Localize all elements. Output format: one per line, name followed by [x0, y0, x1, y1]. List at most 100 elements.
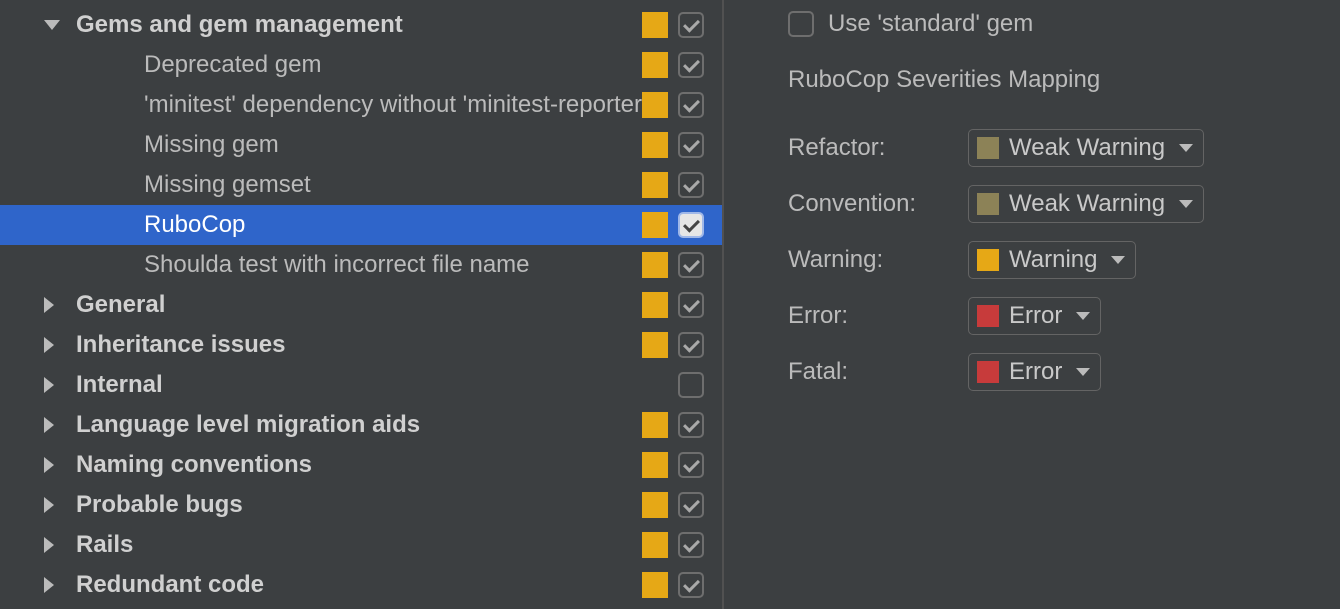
severity-swatch: [642, 52, 668, 78]
tree-item-rails[interactable]: Rails: [0, 525, 722, 565]
tree-item-internal[interactable]: Internal: [0, 365, 722, 405]
severities-mapping-title: RuboCop Severities Mapping: [788, 66, 1340, 94]
tree-item-shoulda[interactable]: Shoulda test with incorrect file name: [0, 245, 722, 285]
convention-dropdown[interactable]: Weak Warning: [968, 185, 1204, 223]
severity-swatch: [642, 412, 668, 438]
severity-swatch: [642, 332, 668, 358]
refactor-dropdown[interactable]: Weak Warning: [968, 129, 1204, 167]
mapping-row-warning: Warning: Warning: [788, 232, 1340, 288]
inspection-tree: Gems and gem management Deprecated gem '…: [0, 0, 722, 609]
inspection-checkbox[interactable]: [678, 372, 704, 398]
mapping-label: Warning:: [788, 246, 968, 274]
tree-label: Rails: [40, 531, 642, 559]
tree-item-missing-gem[interactable]: Missing gem: [0, 125, 722, 165]
chevron-right-icon: [44, 497, 54, 513]
chevron-right-icon: [44, 337, 54, 353]
severity-swatch: [642, 452, 668, 478]
inspection-details-panel: Use 'standard' gem RuboCop Severities Ma…: [724, 0, 1340, 609]
mapping-row-error: Error: Error: [788, 288, 1340, 344]
tree-label: Missing gemset: [108, 171, 642, 199]
inspection-checkbox[interactable]: [678, 532, 704, 558]
inspection-checkbox[interactable]: [678, 52, 704, 78]
inspection-checkbox[interactable]: [678, 12, 704, 38]
inspection-checkbox[interactable]: [678, 252, 704, 278]
severity-color-swatch: [977, 137, 999, 159]
tree-item-naming[interactable]: Naming conventions: [0, 445, 722, 485]
tree-label: Deprecated gem: [108, 51, 642, 79]
mapping-label: Refactor:: [788, 134, 968, 162]
inspection-checkbox[interactable]: [678, 492, 704, 518]
tree-label: RuboCop: [108, 211, 642, 239]
tree-label: Redundant code: [40, 571, 642, 599]
chevron-right-icon: [44, 297, 54, 313]
tree-label: Missing gem: [108, 131, 642, 159]
severity-swatch: [642, 252, 668, 278]
mapping-row-refactor: Refactor: Weak Warning: [788, 120, 1340, 176]
chevron-right-icon: [44, 577, 54, 593]
dropdown-value: Weak Warning: [1009, 134, 1165, 162]
chevron-right-icon: [44, 537, 54, 553]
severity-swatch: [642, 492, 668, 518]
tree-label: Probable bugs: [40, 491, 642, 519]
inspection-checkbox[interactable]: [678, 412, 704, 438]
chevron-right-icon: [44, 457, 54, 473]
inspection-checkbox[interactable]: [678, 172, 704, 198]
inspection-checkbox[interactable]: [678, 452, 704, 478]
severity-color-swatch: [977, 361, 999, 383]
chevron-right-icon: [44, 377, 54, 393]
severity-color-swatch: [977, 305, 999, 327]
chevron-down-icon: [1076, 312, 1090, 320]
chevron-down-icon: [1179, 144, 1193, 152]
inspection-checkbox[interactable]: [678, 292, 704, 318]
tree-label: Naming conventions: [40, 451, 642, 479]
mapping-label: Convention:: [788, 190, 968, 218]
tree-label: General: [40, 291, 642, 319]
inspection-checkbox[interactable]: [678, 332, 704, 358]
tree-label: Internal: [40, 371, 642, 399]
chevron-right-icon: [44, 417, 54, 433]
severity-swatch: [642, 292, 668, 318]
fatal-dropdown[interactable]: Error: [968, 353, 1101, 391]
tree-label: Shoulda test with incorrect file name: [108, 251, 642, 279]
warning-dropdown[interactable]: Warning: [968, 241, 1136, 279]
severity-swatch: [642, 172, 668, 198]
tree-item-minitest-dependency[interactable]: 'minitest' dependency without 'minitest-…: [0, 85, 722, 125]
inspection-checkbox[interactable]: [678, 92, 704, 118]
chevron-down-icon: [1076, 368, 1090, 376]
use-standard-gem-option[interactable]: Use 'standard' gem: [788, 10, 1340, 38]
tree-label: Gems and gem management: [40, 11, 642, 39]
inspection-checkbox[interactable]: [678, 132, 704, 158]
severity-color-swatch: [977, 249, 999, 271]
inspection-checkbox[interactable]: [678, 212, 704, 238]
tree-label: Language level migration aids: [40, 411, 642, 439]
dropdown-value: Error: [1009, 358, 1062, 386]
tree-item-general[interactable]: General: [0, 285, 722, 325]
dropdown-value: Error: [1009, 302, 1062, 330]
checkbox-icon[interactable]: [788, 11, 814, 37]
severity-swatch: [642, 572, 668, 598]
tree-item-gems-management[interactable]: Gems and gem management: [0, 5, 722, 45]
severity-swatch: [642, 92, 668, 118]
tree-item-lang-aids[interactable]: Language level migration aids: [0, 405, 722, 445]
severity-swatch: [642, 132, 668, 158]
tree-label: 'minitest' dependency without 'minitest-…: [108, 91, 642, 119]
tree-label: Inheritance issues: [40, 331, 642, 359]
severity-color-swatch: [977, 193, 999, 215]
mapping-row-convention: Convention: Weak Warning: [788, 176, 1340, 232]
tree-item-redundant[interactable]: Redundant code: [0, 565, 722, 605]
error-dropdown[interactable]: Error: [968, 297, 1101, 335]
severity-swatch: [642, 12, 668, 38]
tree-item-probable-bugs[interactable]: Probable bugs: [0, 485, 722, 525]
chevron-down-icon: [44, 20, 60, 30]
tree-item-deprecated-gem[interactable]: Deprecated gem: [0, 45, 722, 85]
inspection-checkbox[interactable]: [678, 572, 704, 598]
severity-swatch: [642, 532, 668, 558]
mapping-label: Fatal:: [788, 358, 968, 386]
tree-item-rubocop[interactable]: RuboCop: [0, 205, 722, 245]
mapping-label: Error:: [788, 302, 968, 330]
chevron-down-icon: [1179, 200, 1193, 208]
severity-swatch: [642, 212, 668, 238]
tree-item-missing-gemset[interactable]: Missing gemset: [0, 165, 722, 205]
chevron-down-icon: [1111, 256, 1125, 264]
tree-item-inheritance[interactable]: Inheritance issues: [0, 325, 722, 365]
